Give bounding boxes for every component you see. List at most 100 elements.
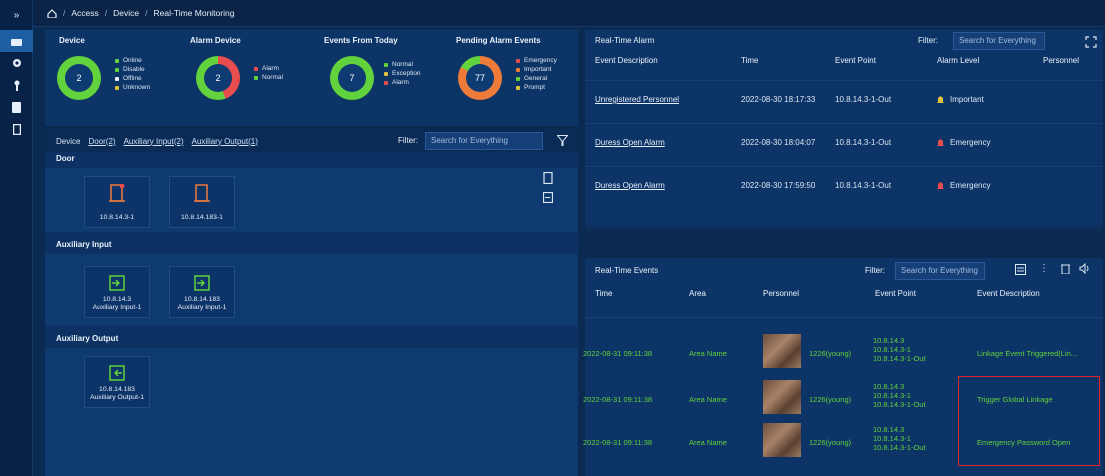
filter-label: Filter: [865,266,885,275]
alarm-table-header: Event Description Time Event Point Alarm… [585,52,1103,70]
col-header: Personnel [1043,56,1080,65]
event-person: 1226(young) [809,395,852,404]
event-point-3: 10.8.14.3-1-Out [873,400,926,409]
event-point-2: 10.8.14.3-1 [873,345,911,354]
home-icon[interactable] [47,8,57,18]
event-point-1: 10.8.14.3 [873,382,905,391]
col-header: Event Description [977,289,1040,298]
aux-output-section: 10.8.14.183 Auxiliary Output-1 [45,348,578,476]
table-row[interactable]: 2022-08-31 09:11:38 Area Name 1226(young… [583,332,1103,374]
cut-off-row [585,224,1103,232]
stats-panel: Device 2 Online Disable Offline Unknown … [45,30,578,126]
table-row[interactable]: Duress Open Alarm 2022-08-30 17:59:50 10… [585,166,1103,204]
event-area: Area Name [689,438,727,447]
col-header: Alarm Level [937,56,980,65]
door-section: 10.8.14.3-1 10.8.14.183-1 [45,168,578,232]
alarm-desc-link[interactable]: Unregistered Personnel [595,95,679,104]
avatar [763,334,801,368]
tab-device[interactable]: Device [56,137,80,146]
output-icon [109,365,125,381]
event-point-3: 10.8.14.3-1-Out [873,443,926,452]
stat-value: 2 [65,64,93,92]
event-point-1: 10.8.14.3 [873,425,905,434]
section-title-door: Door [56,154,75,163]
col-header: Event Description [595,56,658,65]
more-icon[interactable]: ⋮ [1039,263,1049,274]
gear-icon[interactable] [0,52,33,74]
devices-panel: Device Door(2) Auxiliary Input(2) Auxili… [45,130,578,476]
alarm-point: 10.8.14.3-1-Out [835,181,892,190]
breadcrumb-access[interactable]: Access [71,8,98,18]
legend-item: Emergency [516,56,557,65]
alarm-point: 10.8.14.3-1-Out [835,138,892,147]
export-icon[interactable] [1015,264,1026,275]
tab-aux-input[interactable]: Auxiliary Input(2) [124,137,184,146]
expand-icon[interactable] [1085,36,1097,48]
panel-title: Real-Time Alarm [595,36,655,45]
input-icon [109,275,125,291]
door-open-icon[interactable] [543,172,553,184]
event-area: Area Name [689,349,727,358]
door-card[interactable]: 10.8.14.3-1 [84,176,150,228]
alarm-desc-link[interactable]: Duress Open Alarm [595,181,665,190]
door-card[interactable]: 10.8.14.183-1 [169,176,235,228]
stat-title: Device [59,36,85,45]
alarm-level: Important [937,95,984,104]
filter-label: Filter: [918,36,938,45]
document-icon[interactable] [0,96,33,118]
aux-output-ip: 10.8.14.183 [99,386,135,393]
panel-title: Real-Time Events [595,266,659,275]
filter-icon[interactable] [557,135,568,146]
table-row[interactable]: Unregistered Personnel 2022-08-30 18:17:… [585,80,1103,118]
realtime-alarm-panel: Real-Time Alarm Filter: Search for Every… [585,30,1103,232]
alarm-search-input[interactable]: Search for Everything [953,32,1045,50]
door-icon [194,184,210,202]
section-title-aux-output: Auxiliary Output [56,334,119,343]
person-icon[interactable] [0,74,33,96]
alarm-desc-link[interactable]: Duress Open Alarm [595,138,665,147]
avatar [763,380,801,414]
expand-icon[interactable]: » [0,0,33,30]
legend-item: Important [516,65,557,74]
door-icon [109,184,125,202]
aux-input-section: 10.8.14.3 Auxiliary Input-1 10.8.14.183 … [45,254,578,326]
aux-output-name: Auxiliary Output-1 [89,394,145,401]
door-label: 10.8.14.183-1 [181,214,223,221]
breadcrumb-device[interactable]: Device [113,8,139,18]
monitor-icon[interactable] [0,30,33,52]
donut-chart: 7 [330,56,374,100]
legend-item: Prompt [516,83,557,92]
table-row[interactable]: Duress Open Alarm 2022-08-30 18:04:07 10… [585,123,1103,161]
sound-icon[interactable] [1079,263,1091,274]
events-search-input[interactable]: Search for Everything [895,262,985,280]
aux-input-ip: 10.8.14.183 [184,296,220,303]
aux-output-card[interactable]: 10.8.14.183 Auxiliary Output-1 [84,356,150,408]
device-icon[interactable] [0,118,33,140]
door-close-icon[interactable] [543,192,553,203]
scrolled-row [585,306,1103,318]
event-time: 2022-08-31 09:11:38 [583,395,653,404]
aux-input-card[interactable]: 10.8.14.3 Auxiliary Input-1 [84,266,150,318]
tab-door[interactable]: Door(2) [88,137,115,146]
legend-item: Normal [384,60,421,69]
event-person: 1226(young) [809,438,852,447]
aux-input-name: Auxiliary Input-1 [177,304,227,311]
event-time: 2022-08-31 09:11:38 [583,438,653,447]
tab-aux-output[interactable]: Auxiliary Output(1) [192,137,258,146]
breadcrumb: / Access / Device / Real-Time Monitoring [33,0,1105,27]
legend-item: Offline [115,74,150,83]
stat-value: 77 [466,64,494,92]
trash-icon[interactable] [1061,263,1070,274]
bell-icon [937,181,944,189]
device-search-input[interactable]: Search for Everything [425,132,543,150]
legend-item: Online [115,56,150,65]
col-header: Personnel [763,289,800,298]
legend-item: Disable [115,65,150,74]
bell-icon [937,138,944,146]
legend-item: General [516,74,557,83]
input-icon [194,275,210,291]
breadcrumb-current: Real-Time Monitoring [153,8,235,18]
alarm-level: Emergency [937,138,990,147]
aux-input-card[interactable]: 10.8.14.183 Auxiliary Input-1 [169,266,235,318]
aux-input-ip: 10.8.14.3 [102,296,132,303]
